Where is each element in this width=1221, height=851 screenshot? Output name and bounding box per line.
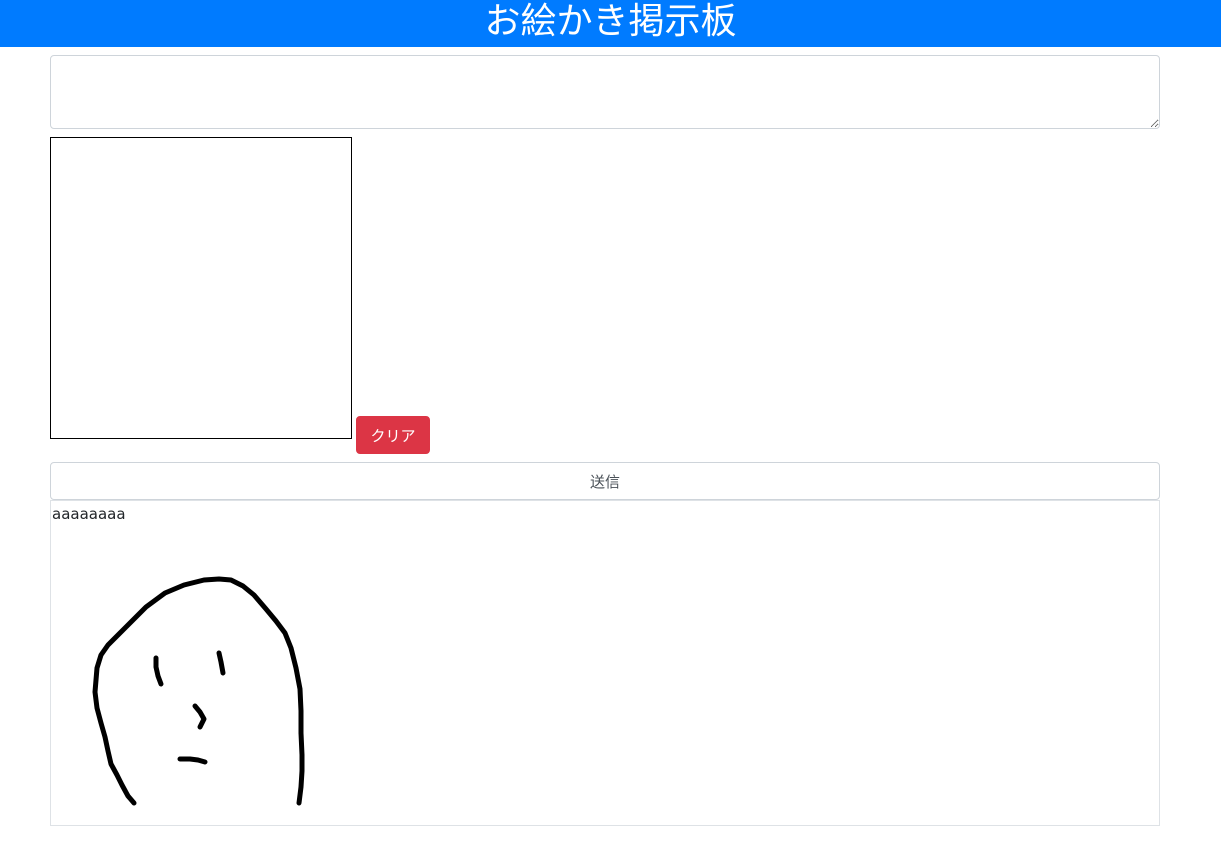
send-button[interactable]: 送信	[50, 462, 1160, 500]
drawing-canvas[interactable]	[50, 137, 352, 439]
nose-stroke	[192, 703, 207, 730]
page-title: お絵かき掲示板	[484, 1, 737, 42]
post-item: aaaaaaaa	[50, 500, 1160, 826]
mouth-stroke	[177, 756, 208, 765]
page-header: お絵かき掲示板	[0, 0, 1221, 47]
post-drawing	[92, 576, 305, 806]
comment-input[interactable]	[50, 55, 1160, 129]
left-eye-stroke	[153, 655, 164, 687]
right-eye-stroke	[216, 650, 226, 676]
face-outline-stroke	[92, 576, 305, 806]
clear-button[interactable]: クリア	[356, 416, 430, 454]
